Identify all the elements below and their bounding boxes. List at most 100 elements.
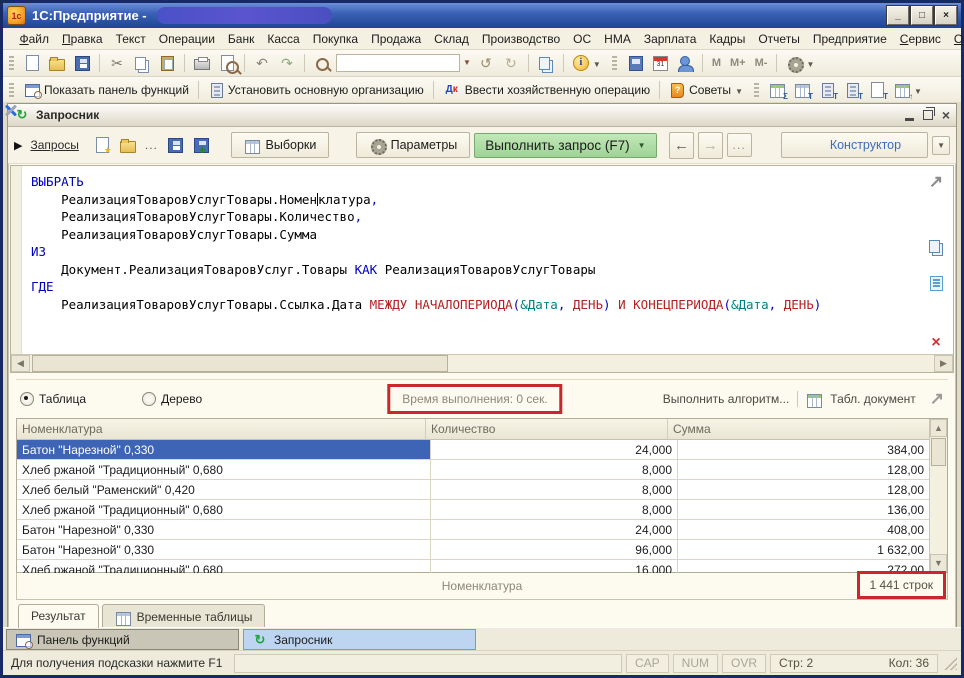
calculator-button[interactable] (624, 54, 646, 72)
menu-item-5[interactable]: Касса (261, 30, 306, 48)
redo-button[interactable]: ↷ (276, 54, 298, 72)
scroll-thumb[interactable] (32, 355, 448, 372)
menu-item-14[interactable]: Отчеты (752, 30, 806, 48)
history-forward-button[interactable]: → (698, 132, 723, 159)
report-export-button[interactable]: ↑▼ (891, 81, 926, 99)
table-cell[interactable]: Батон "Нарезной" 0,330 (17, 540, 431, 559)
menu-item-2[interactable]: Текст (109, 30, 152, 48)
table-cell[interactable]: 384,00 (678, 440, 930, 459)
table-cell[interactable]: 1 632,00 (678, 540, 930, 559)
open-button[interactable] (46, 54, 68, 72)
radio-table[interactable]: Таблица (20, 392, 86, 406)
menu-item-8[interactable]: Склад (428, 30, 476, 48)
save-query-as-button[interactable] (190, 136, 212, 154)
print-button[interactable] (191, 54, 213, 72)
table-document-link[interactable]: Табл. документ (830, 392, 915, 406)
menu-item-6[interactable]: Покупка (306, 30, 364, 48)
constructor-dropdown-button[interactable]: ▼ (932, 136, 950, 155)
find-next-button[interactable]: ↺ (475, 54, 497, 72)
memory-recall-button[interactable]: M (709, 57, 724, 69)
maximize-button[interactable]: □ (911, 6, 933, 25)
scroll-thumb[interactable] (931, 438, 946, 466)
scroll-left-arrow[interactable]: ◀ (11, 355, 30, 372)
report-table-button[interactable]: Т (791, 81, 813, 99)
paste-button[interactable] (156, 54, 178, 72)
query-text-editor[interactable]: ВЫБРАТЬ РеализацияТоваровУслугТовары.Ном… (10, 165, 954, 373)
table-cell[interactable]: 128,00 (678, 460, 930, 479)
run-algorithm-link[interactable]: Выполнить алгоритм... (663, 392, 790, 406)
save-button[interactable] (71, 54, 93, 72)
radio-tree[interactable]: Дерево (142, 392, 202, 406)
column-header-quantity[interactable]: Количество (426, 419, 668, 439)
print-preview-button[interactable] (216, 54, 238, 72)
scroll-down-arrow[interactable]: ▼ (930, 554, 947, 572)
clear-x-icon[interactable]: × (931, 334, 940, 352)
minimize-button[interactable]: _ (887, 6, 909, 25)
report-totals-button[interactable]: Σ (766, 81, 788, 99)
more-queries-button[interactable]: ... (145, 138, 158, 152)
tips-button[interactable]: ? Советы ▼ (666, 81, 747, 99)
query-code[interactable]: ВЫБРАТЬ РеализацияТоваровУслугТовары.Ном… (31, 173, 821, 313)
run-query-button[interactable]: Выполнить запрос (F7) ▼ (474, 133, 656, 158)
scroll-right-arrow[interactable]: ▶ (934, 355, 953, 372)
table-cell[interactable]: 24,000 (431, 520, 678, 539)
table-cell[interactable]: 136,00 (678, 500, 930, 519)
tab-temp-tables[interactable]: Временные таблицы (102, 604, 266, 628)
taskbar-item-query-tool[interactable]: ↻Запросник (243, 629, 476, 650)
menu-item-9[interactable]: Производство (475, 30, 566, 48)
new-document-button[interactable] (21, 54, 43, 72)
cut-button[interactable]: ✂ (106, 54, 128, 72)
memory-minus-button[interactable]: M- (752, 57, 771, 69)
search-dropdown-icon[interactable]: ▼ (463, 58, 471, 67)
report-counterparty-button[interactable]: Т (816, 81, 838, 99)
service-settings-button[interactable]: ▼ (783, 54, 818, 72)
report-counterparty2-button[interactable]: Т (841, 81, 863, 99)
table-cell[interactable]: 96,000 (431, 540, 678, 559)
history-more-button[interactable]: ... (727, 133, 752, 157)
table-row[interactable]: Хлеб белый "Раменский" 0,4208,000128,00 (17, 480, 947, 500)
samples-button[interactable]: Выборки (231, 132, 330, 158)
scroll-up-arrow[interactable]: ▲ (930, 419, 947, 437)
table-cell[interactable]: 8,000 (431, 500, 678, 519)
copy-pages-icon[interactable] (928, 238, 944, 254)
set-main-organization-button[interactable]: Установить основную организацию (205, 81, 427, 99)
vertical-scrollbar[interactable]: ▲ ▼ (929, 419, 947, 572)
resize-grip[interactable] (944, 657, 957, 670)
info-button[interactable]: i▼ (570, 54, 605, 72)
table-row[interactable]: Хлеб ржаной "Традиционный" 0,6808,000128… (17, 460, 947, 480)
show-function-panel-button[interactable]: Показать панель функций (21, 81, 192, 99)
table-cell[interactable]: Батон "Нарезной" 0,330 (17, 440, 431, 459)
table-cell[interactable]: 408,00 (678, 520, 930, 539)
run-dropdown-icon[interactable]: ▼ (638, 141, 646, 150)
save-query-button[interactable] (164, 136, 186, 154)
menu-item-1[interactable]: Правка (56, 30, 110, 48)
search-input[interactable] (336, 54, 460, 72)
menu-item-10[interactable]: ОС (567, 30, 598, 48)
undo-button[interactable]: ↶ (251, 54, 273, 72)
table-cell[interactable]: Хлеб белый "Раменский" 0,420 (17, 480, 431, 499)
table-cell[interactable]: 8,000 (431, 460, 678, 479)
tab-result[interactable]: Результат (18, 604, 99, 628)
constructor-button[interactable]: Конструктор (781, 132, 928, 158)
table-row[interactable]: Батон "Нарезной" 0,33024,000408,00 (17, 520, 947, 540)
close-button[interactable]: × (935, 6, 957, 25)
calendar-button[interactable]: 31 (649, 54, 671, 72)
column-header-nomenclature[interactable]: Номенклатура (17, 419, 426, 439)
menu-item-0[interactable]: Файл (13, 30, 56, 48)
taskbar-item-function-panel[interactable]: Панель функций (6, 629, 239, 650)
menu-item-13[interactable]: Кадры (703, 30, 752, 48)
horizontal-scrollbar[interactable]: ◀ ▶ (11, 354, 953, 372)
mdi-restore-icon[interactable] (923, 110, 933, 120)
report-document-button[interactable]: Т (866, 81, 888, 99)
menu-item-7[interactable]: Продажа (365, 30, 428, 48)
enter-business-operation-button[interactable]: Дк Ввести хозяйственную операцию (440, 81, 653, 99)
user-lock-button[interactable] (674, 54, 696, 72)
table-cell[interactable]: Хлеб ржаной "Традиционный" 0,680 (17, 460, 431, 479)
table-row[interactable]: Батон "Нарезной" 0,33024,000384,00 (17, 440, 947, 460)
table-row[interactable]: Хлеб ржаной "Традиционный" 0,6808,000136… (17, 500, 947, 520)
table-cell[interactable]: 128,00 (678, 480, 930, 499)
mdi-close-icon[interactable]: × (942, 108, 950, 122)
expand-icon[interactable]: ↗ (930, 389, 944, 409)
menu-item-3[interactable]: Операции (152, 30, 221, 48)
menu-item-11[interactable]: НМА (598, 30, 638, 48)
